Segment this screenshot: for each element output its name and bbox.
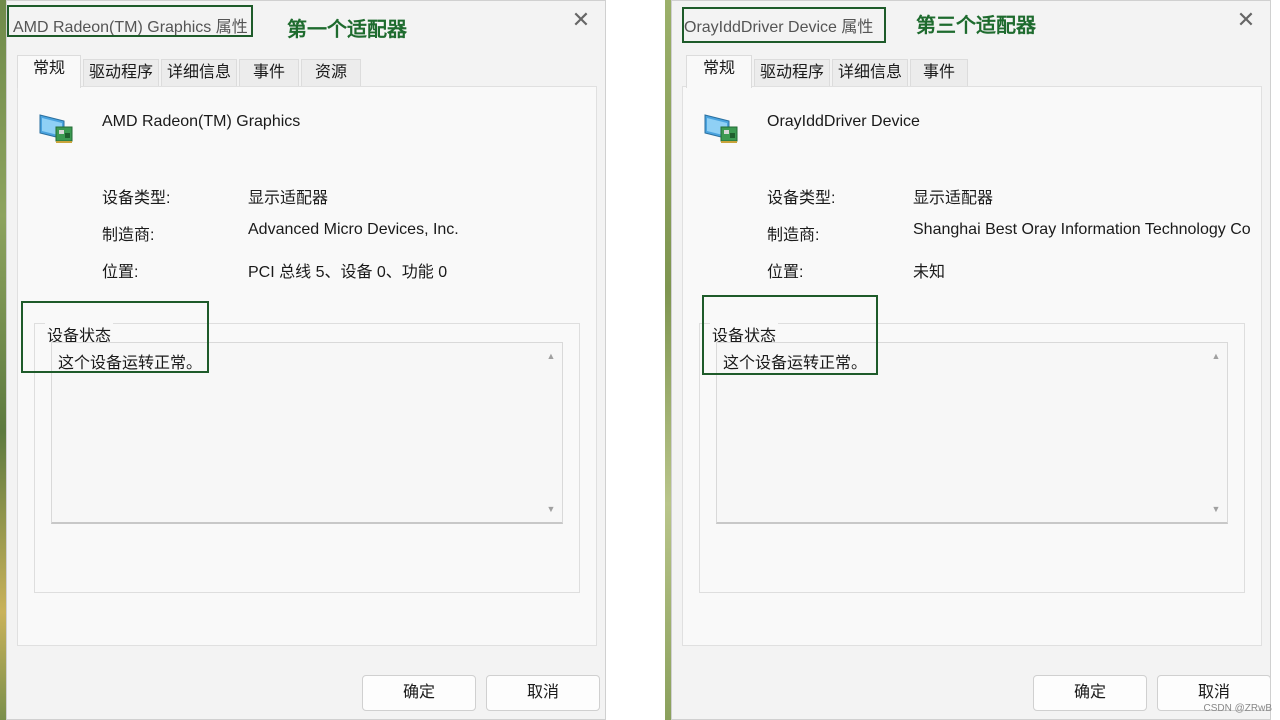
cancel-button[interactable]: 取消: [486, 675, 600, 711]
properties-dialog-amd: AMD Radeon(TM) Graphics 属性 ✕ 第一个适配器 常规 驱…: [6, 0, 606, 720]
annotation-box-title: [7, 5, 253, 37]
background-gap: [606, 0, 670, 720]
tab-general[interactable]: 常规: [17, 55, 81, 88]
tab-resources[interactable]: 资源: [301, 59, 361, 87]
annotation-label: 第一个适配器: [287, 19, 407, 41]
display-adapter-icon: [39, 114, 73, 143]
properties-dialog-oray: OrayIddDriver Device 属性 ✕ 第三个适配器 常规 驱动程序…: [671, 0, 1271, 720]
close-icon[interactable]: ✕: [569, 9, 593, 33]
ok-button[interactable]: 确定: [362, 675, 476, 711]
annotation-box-status: [702, 295, 878, 375]
location-value: PCI 总线 5、设备 0、功能 0: [248, 264, 448, 281]
scroll-down-icon[interactable]: ▼: [1211, 504, 1221, 514]
annotation-box-status: [21, 301, 209, 373]
tab-details[interactable]: 详细信息: [161, 59, 237, 87]
location-label: 位置:: [102, 264, 139, 281]
tab-details[interactable]: 详细信息: [832, 59, 908, 87]
close-icon[interactable]: ✕: [1234, 9, 1258, 33]
device-type-label: 设备类型:: [102, 190, 171, 207]
tab-driver[interactable]: 驱动程序: [83, 59, 159, 87]
scroll-up-icon[interactable]: ▲: [1211, 351, 1221, 361]
location-value: 未知: [913, 264, 946, 281]
device-type-label: 设备类型:: [767, 190, 836, 207]
manufacturer-value: Shanghai Best Oray Information Technolog…: [913, 221, 1251, 238]
manufacturer-value: Advanced Micro Devices, Inc.: [248, 221, 459, 238]
manufacturer-label: 制造商:: [767, 227, 820, 244]
watermark: CSDN @ZRwB: [1203, 703, 1273, 714]
annotation-box-title: [682, 7, 886, 43]
tab-driver[interactable]: 驱动程序: [754, 59, 830, 87]
device-type-value: 显示适配器: [913, 190, 994, 207]
device-name: OrayIddDriver Device: [767, 113, 920, 130]
location-label: 位置:: [767, 264, 804, 281]
display-adapter-icon: [704, 114, 738, 143]
ok-button[interactable]: 确定: [1033, 675, 1147, 711]
tab-general[interactable]: 常规: [686, 55, 752, 88]
scroll-down-icon[interactable]: ▼: [546, 504, 556, 514]
tab-events[interactable]: 事件: [239, 59, 299, 87]
scroll-up-icon[interactable]: ▲: [546, 351, 556, 361]
manufacturer-label: 制造商:: [102, 227, 155, 244]
device-type-value: 显示适配器: [248, 190, 329, 207]
tab-events[interactable]: 事件: [910, 59, 968, 87]
annotation-label: 第三个适配器: [916, 15, 1036, 37]
device-name: AMD Radeon(TM) Graphics: [102, 113, 301, 130]
